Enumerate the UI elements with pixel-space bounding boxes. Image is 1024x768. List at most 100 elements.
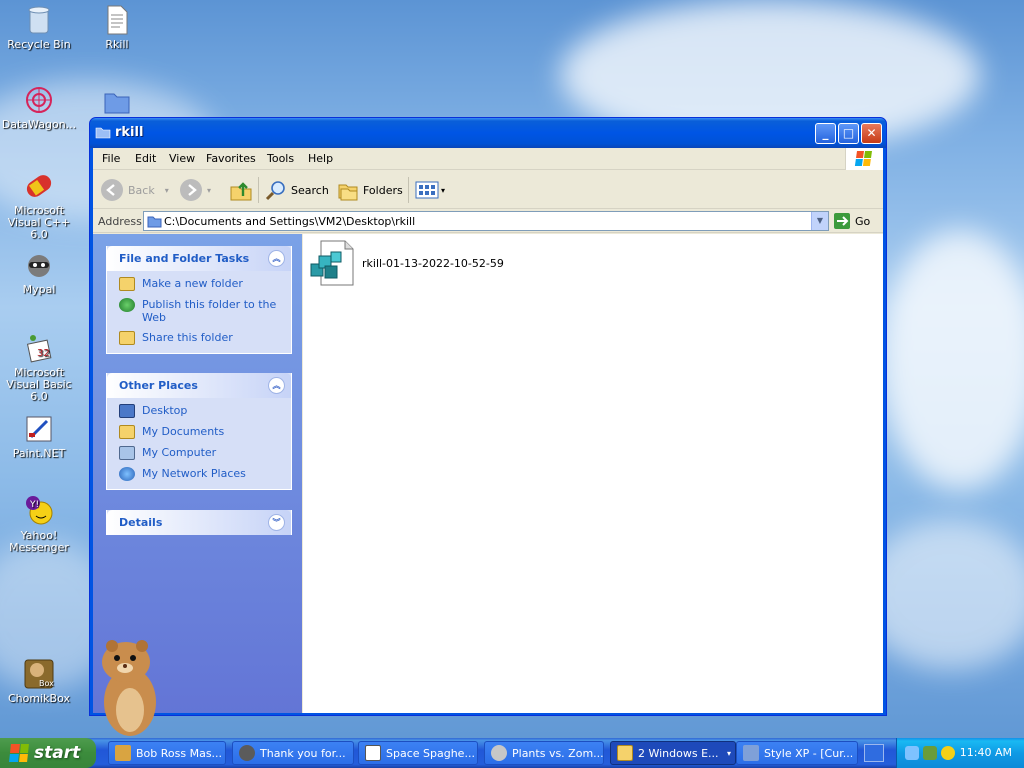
collapse-chevron-icon[interactable]: ︽ [268,250,285,267]
tray-messenger-icon[interactable] [941,746,955,760]
globe-icon [119,298,135,312]
address-dropdown-button[interactable]: ▼ [811,212,828,230]
place-desktop[interactable]: Desktop [119,404,283,418]
start-button[interactable]: start [0,738,96,768]
folders-button[interactable]: Folders [337,178,403,202]
clock[interactable]: 11:40 AM [960,746,1012,759]
place-label: My Network Places [142,467,246,480]
close-button[interactable]: ✕ [861,123,882,144]
maximize-button[interactable]: □ [838,123,859,144]
desktop-icon-datawagon[interactable]: DataWagon... [0,84,79,131]
panel-header[interactable]: Details ︾ [107,510,291,535]
search-button[interactable]: Search [265,178,329,202]
menu-edit[interactable]: Edit [135,152,156,165]
place-my-documents[interactable]: My Documents [119,425,283,439]
raccoon-icon [23,249,55,281]
task-space-spaghetti[interactable]: Space Spaghe... [358,741,478,765]
icon-label: Mypal [22,283,56,296]
task-label: Make a new folder [142,277,243,290]
place-label: Desktop [142,404,188,417]
place-my-network-places[interactable]: My Network Places [119,467,283,481]
icon-label: ChomikBox [8,692,70,705]
file-folder-tasks-panel: File and Folder Tasks ︽ Make a new folde… [106,246,292,354]
panel-title: Other Places [119,379,198,392]
desktop-icon-rkill[interactable]: Rkill [77,4,157,51]
desktop-icon-chomikbox[interactable]: Box ChomikBox [0,658,79,705]
title-bar[interactable]: rkill _ □ ✕ [90,118,886,148]
svg-text:Y!: Y! [29,500,39,510]
desktop-icon-yahoo-messenger[interactable]: Y! Yahoo! Messenger [0,495,79,554]
explorer-window[interactable]: rkill _ □ ✕ File Edit View Favorites Too… [89,117,887,716]
task-label: Space Spaghe... [386,746,475,760]
document-icon [365,745,381,761]
forward-arrow-icon [180,179,202,201]
my-documents-icon [119,425,135,439]
recycle-bin-icon [23,4,55,36]
panel-title: Details [119,516,163,529]
go-arrow-icon [834,213,850,229]
paint-net-icon [23,413,55,445]
file-item[interactable]: rkill-01-13-2022-10-52-59 [309,240,504,286]
desktop-icon-visual-basic[interactable]: 32 Microsoft Visual Basic 6.0 [0,332,79,403]
icon-label: Microsoft Visual C++ 6.0 [7,204,71,241]
other-places-panel: Other Places ︽ Desktop My Documents My C… [106,373,292,490]
task-windows-explorer-group[interactable]: 2 Windows E... ▾ [610,741,736,765]
folders-icon [338,184,358,201]
task-thank-you[interactable]: Thank you for... [232,741,354,765]
menu-view[interactable]: View [169,152,195,165]
keyboard-icon[interactable] [864,744,884,762]
task-plants-vs-zombies[interactable]: Plants vs. Zom... [484,741,604,765]
menu-file[interactable]: File [102,152,120,165]
address-label: Address [98,215,142,228]
new-folder-icon [119,277,135,291]
go-button[interactable]: Go [833,212,870,230]
task-publish-to-web[interactable]: Publish this folder to the Web [119,298,283,324]
place-my-computer[interactable]: My Computer [119,446,283,460]
task-label: Style XP - [Cur... [764,746,854,760]
address-bar: Address C:\Documents and Settings\VM2\De… [93,210,883,233]
desktop-icon-paint-net[interactable]: Paint.NET [0,413,79,460]
place-label: My Documents [142,425,225,438]
menu-help[interactable]: Help [308,152,333,165]
desktop-icon-recycle-bin[interactable]: Recycle Bin [0,4,79,51]
svg-text:32: 32 [37,348,50,359]
panel-header[interactable]: Other Places ︽ [107,373,291,398]
file-name: rkill-01-13-2022-10-52-59 [362,256,504,270]
hamster-mascot[interactable] [92,636,164,740]
desktop-icon [119,404,135,418]
plants-icon [491,745,507,761]
up-folder-button[interactable] [229,178,253,202]
expand-chevron-icon[interactable]: ︾ [268,514,285,531]
file-list-pane[interactable]: rkill-01-13-2022-10-52-59 [303,234,883,713]
back-label: Back [128,183,155,197]
task-bob-ross[interactable]: Bob Ross Mas... [108,741,226,765]
folder-icon [95,127,111,139]
folder-icon [617,745,633,761]
icon-label: Paint.NET [12,447,66,460]
desktop-icon-folder[interactable] [77,86,157,121]
icon-label: Microsoft Visual Basic 6.0 [6,366,72,403]
toolbar: Back ▾ ▾ Search Folders ▾ [93,171,883,209]
address-input[interactable]: C:\Documents and Settings\VM2\Desktop\rk… [143,211,829,231]
network-icon [119,467,135,481]
text-document-icon [101,4,133,36]
icon-label: DataWagon... [1,118,77,131]
chevron-down-icon: ▾ [441,185,446,195]
panel-header[interactable]: File and Folder Tasks ︽ [107,246,291,271]
tray-app-icon[interactable] [905,746,919,760]
minimize-button[interactable]: _ [815,123,836,144]
desktop-icon-visual-cpp[interactable]: Microsoft Visual C++ 6.0 [0,170,79,241]
menu-favorites[interactable]: Favorites [206,152,256,165]
menu-tools[interactable]: Tools [267,152,294,165]
task-style-xp[interactable]: Style XP - [Cur... [736,741,858,765]
task-share-folder[interactable]: Share this folder [119,331,283,345]
collapse-chevron-icon[interactable]: ︽ [268,377,285,394]
views-button[interactable]: ▾ [415,178,445,202]
back-button[interactable]: Back ▾ [101,178,169,202]
task-label: Plants vs. Zom... [512,746,604,760]
forward-button[interactable]: ▾ [180,178,211,202]
views-icon [415,181,439,199]
tray-app-icon[interactable] [923,746,937,760]
task-make-new-folder[interactable]: Make a new folder [119,277,283,291]
desktop-icon-mypal[interactable]: Mypal [0,249,79,296]
